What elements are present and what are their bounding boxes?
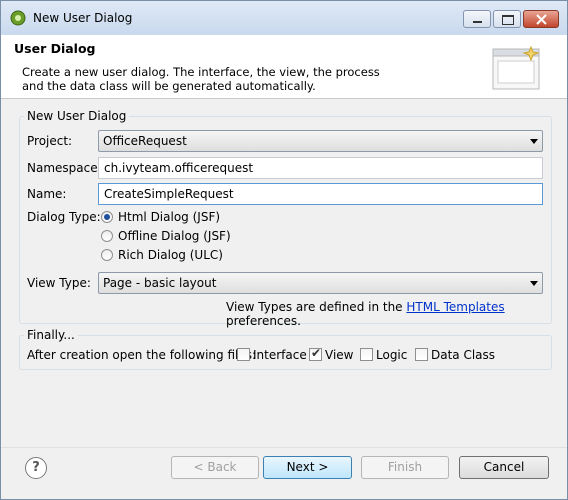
- finally-legend: Finally...: [24, 328, 78, 342]
- view-type-hint: View Types are defined in the HTML Templ…: [226, 300, 567, 328]
- checkbox-logic-label[interactable]: Logic: [376, 348, 407, 362]
- name-label: Name:: [27, 187, 67, 201]
- group-legend: New User Dialog: [24, 109, 130, 123]
- checkbox-logic[interactable]: [360, 348, 373, 361]
- radio-offline-dialog[interactable]: [101, 230, 113, 242]
- project-label: Project:: [27, 134, 73, 148]
- cancel-button[interactable]: Cancel: [459, 456, 549, 479]
- description-line: and the data class will be generated aut…: [22, 79, 316, 93]
- view-type-dropdown[interactable]: Page - basic layout: [98, 272, 543, 294]
- checkbox-interface[interactable]: [237, 348, 250, 361]
- view-type-value: Page - basic layout: [103, 276, 217, 290]
- hint-text: View Types are defined in the: [226, 300, 403, 314]
- project-dropdown[interactable]: OfficeRequest: [98, 130, 543, 152]
- name-input[interactable]: CreateSimpleRequest: [98, 183, 543, 205]
- checkbox-view[interactable]: ✔: [309, 346, 322, 361]
- radio-rich-dialog-label[interactable]: Rich Dialog (ULC): [118, 248, 223, 262]
- help-icon: ?: [32, 460, 40, 475]
- title-bar: New User Dialog: [1, 1, 567, 35]
- header-banner: User Dialog Create a new user dialog. Th…: [1, 35, 567, 99]
- radio-offline-dialog-label[interactable]: Offline Dialog (JSF): [118, 229, 231, 243]
- description-line: Create a new user dialog. The interface,…: [22, 65, 380, 79]
- close-icon: [536, 14, 547, 25]
- finish-button[interactable]: Finish: [361, 456, 449, 479]
- new-dialog-wizard-icon: [492, 45, 540, 90]
- checkbox-data-class[interactable]: [415, 348, 428, 361]
- checkbox-view-label[interactable]: View: [325, 348, 353, 362]
- maximize-icon: [502, 15, 514, 25]
- radio-html-dialog[interactable]: [101, 211, 113, 223]
- new-user-dialog-window: New User Dialog User Dialog Create a new…: [0, 0, 568, 500]
- namespace-label: Namespace:: [27, 161, 102, 175]
- checkbox-data-class-label[interactable]: Data Class: [431, 348, 495, 362]
- open-files-label: After creation open the following files:: [27, 348, 257, 362]
- radio-html-dialog-label[interactable]: Html Dialog (JSF): [118, 210, 220, 224]
- window-title: New User Dialog: [33, 11, 133, 25]
- maximize-button[interactable]: [493, 10, 521, 28]
- project-value: OfficeRequest: [103, 134, 187, 148]
- back-button[interactable]: < Back: [171, 456, 259, 479]
- page-title: User Dialog: [14, 41, 96, 56]
- page-description: Create a new user dialog. The interface,…: [22, 65, 422, 93]
- name-value: CreateSimpleRequest: [104, 187, 234, 201]
- html-templates-link[interactable]: HTML Templates: [406, 300, 504, 314]
- dialog-type-label: Dialog Type:: [27, 210, 101, 224]
- checkmark-icon: ✔: [311, 346, 322, 360]
- minimize-icon: [473, 21, 482, 23]
- button-bar-separator: [1, 447, 567, 448]
- help-button[interactable]: ?: [25, 457, 47, 479]
- checkbox-interface-label[interactable]: Interface: [253, 348, 307, 362]
- namespace-input[interactable]: ch.ivyteam.officerequest: [98, 157, 543, 179]
- chevron-down-icon: [530, 281, 538, 286]
- minimize-button[interactable]: [463, 10, 491, 28]
- hint-text: preferences.: [226, 314, 301, 328]
- chevron-down-icon: [530, 139, 538, 144]
- app-icon: [10, 10, 26, 26]
- namespace-value: ch.ivyteam.officerequest: [104, 161, 254, 175]
- view-type-label: View Type:: [27, 276, 91, 290]
- close-window-button[interactable]: [523, 10, 559, 28]
- radio-rich-dialog[interactable]: [101, 249, 113, 261]
- next-button[interactable]: Next >: [263, 456, 352, 479]
